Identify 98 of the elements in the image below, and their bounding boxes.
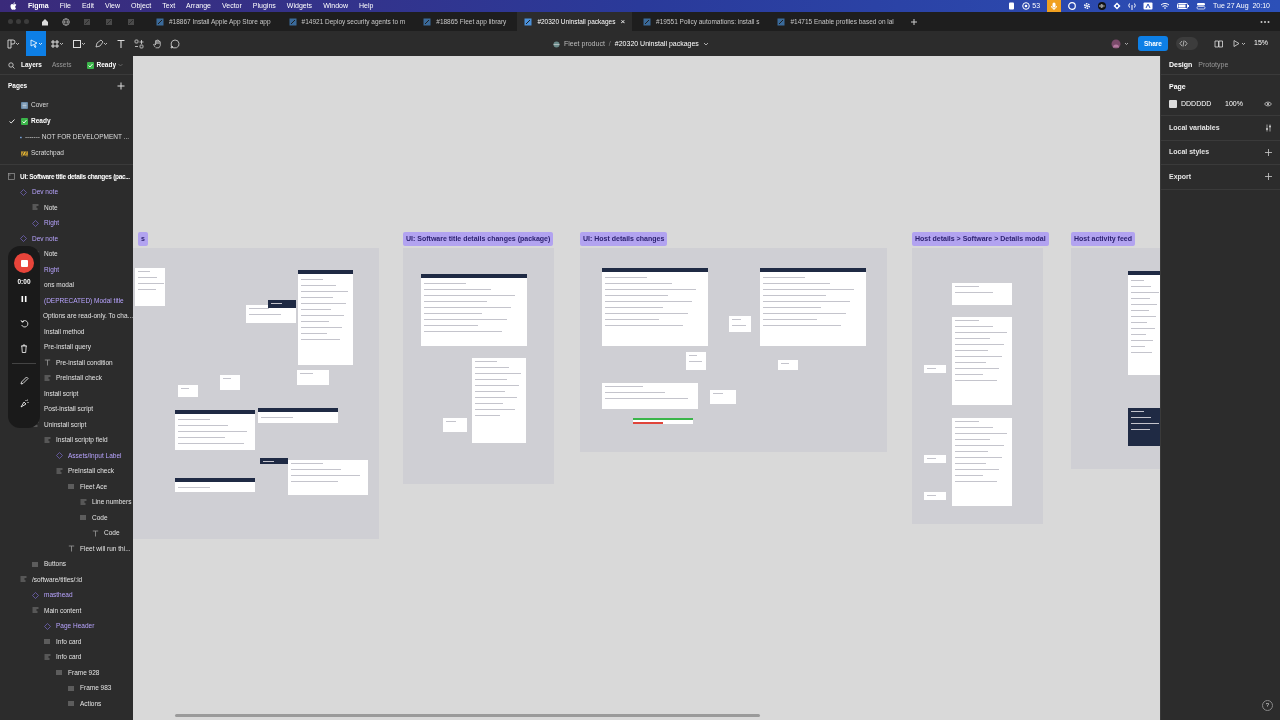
- text-layer-icon: [92, 529, 99, 537]
- component-icon: [20, 188, 27, 196]
- battery-icon[interactable]: [1177, 2, 1190, 10]
- horizontal-stack-icon: [56, 669, 63, 677]
- vertical-stack-icon: [56, 467, 63, 475]
- text-tool-icon[interactable]: [116, 38, 126, 49]
- keyboard-input-icon[interactable]: [1143, 2, 1154, 10]
- comment-tool-icon[interactable]: [170, 38, 180, 49]
- rectangle-tool-icon[interactable]: [72, 38, 86, 49]
- component-icon: [44, 622, 51, 630]
- apple-logo-icon[interactable]: [10, 2, 17, 10]
- dev-mode-toggle[interactable]: [1176, 37, 1198, 50]
- add-tab-icon[interactable]: [909, 17, 918, 26]
- horizontal-stack-icon: [32, 560, 39, 568]
- vertical-stack-icon: [32, 204, 39, 212]
- frame-thumbnail: [710, 390, 736, 404]
- waveform-icon[interactable]: [1098, 2, 1107, 10]
- horizontal-stack-icon: [68, 483, 75, 491]
- globe-icon[interactable]: [62, 17, 70, 26]
- vertical-stack-icon: [20, 576, 27, 584]
- restart-icon[interactable]: [19, 318, 29, 328]
- page-icon: [21, 101, 28, 109]
- wifi-icon[interactable]: [1160, 2, 1171, 10]
- control-center-icon[interactable]: [1196, 2, 1207, 10]
- code-icon: [1179, 40, 1188, 47]
- team-icon: [553, 40, 560, 48]
- text-layer-icon: [68, 545, 75, 553]
- resources-icon[interactable]: [134, 38, 144, 49]
- vertical-stack-icon: [80, 498, 87, 506]
- file-icon: [777, 17, 786, 26]
- close-tab-button[interactable]: ×: [620, 15, 626, 28]
- frame-thumbnail: [220, 375, 240, 390]
- pencil-icon[interactable]: [19, 375, 29, 385]
- antenna-icon[interactable]: [1128, 2, 1137, 10]
- vertical-stack-icon: [44, 374, 51, 382]
- trash-icon[interactable]: [20, 343, 28, 353]
- sliders-icon[interactable]: [1265, 123, 1272, 132]
- frame-thumbnail: [1128, 408, 1160, 446]
- file-icon: [423, 17, 432, 26]
- frame-thumbnail: [952, 283, 1012, 305]
- horizontal-stack-icon: [44, 638, 51, 646]
- color-swatch[interactable]: [1169, 99, 1177, 108]
- horizontal-stack-icon: [80, 514, 87, 522]
- pen-tool-icon[interactable]: [94, 38, 108, 49]
- file-icon: [288, 17, 297, 26]
- pause-icon[interactable]: [20, 294, 28, 303]
- diamond-icon[interactable]: [1113, 2, 1122, 10]
- microphone-button[interactable]: [1047, 0, 1062, 12]
- frame-thumbnail: [686, 352, 706, 370]
- frame-thumbnail: [178, 385, 198, 397]
- more-icon[interactable]: [1260, 19, 1270, 24]
- sparkle-icon[interactable]: [19, 398, 29, 408]
- frame-thumbnail: [729, 316, 751, 332]
- home-icon[interactable]: [41, 17, 49, 26]
- horizontal-stack-icon: [68, 684, 75, 692]
- text-layer-icon: [44, 359, 51, 367]
- file-icon: [524, 17, 533, 26]
- checkbox-icon: [21, 117, 28, 125]
- chat-icon[interactable]: [1068, 2, 1077, 10]
- stop-recording-button[interactable]: [14, 253, 34, 273]
- vertical-stack-icon: [32, 607, 39, 615]
- frame-tool-icon[interactable]: [50, 38, 64, 49]
- frame-thumbnail: [924, 365, 946, 373]
- frame-thumbnail: [633, 418, 693, 424]
- record-icon[interactable]: [1022, 2, 1031, 10]
- pointer-icon: [29, 38, 43, 49]
- frame-thumbnail: [924, 455, 946, 463]
- search-icon[interactable]: [8, 61, 15, 69]
- avatar-icon[interactable]: [1109, 38, 1130, 49]
- gear-icon[interactable]: [1083, 2, 1092, 10]
- microphone-icon: [1051, 2, 1058, 10]
- component-icon: [56, 452, 63, 460]
- frame-thumbnail: [778, 360, 798, 370]
- frame-thumbnail: [297, 370, 329, 385]
- frame-thumbnail: [924, 492, 946, 500]
- hand-tool-icon[interactable]: [152, 38, 162, 49]
- file-icon: [643, 17, 652, 26]
- checkbox-icon: [87, 61, 95, 69]
- frame-icon: [8, 173, 15, 181]
- vertical-stack-icon: [44, 653, 51, 661]
- barrier-icon: [21, 149, 28, 157]
- horizontal-stack-icon: [68, 700, 75, 708]
- document-icon[interactable]: [1008, 2, 1016, 10]
- file-icon: [156, 17, 164, 26]
- component-icon: [32, 591, 39, 599]
- frame-thumbnail: [443, 418, 467, 432]
- checkmark-icon: [9, 118, 15, 124]
- scrollbar[interactable]: [175, 714, 760, 717]
- vertical-stack-icon: [44, 436, 51, 444]
- library-icon[interactable]: [1214, 39, 1224, 48]
- present-icon[interactable]: [1232, 39, 1246, 48]
- frame-thumbnail: [135, 268, 165, 306]
- add-icon[interactable]: [1265, 173, 1272, 181]
- chevron-down-icon[interactable]: [702, 42, 709, 47]
- main-menu-icon[interactable]: [6, 38, 20, 49]
- eye-icon[interactable]: [1264, 100, 1272, 107]
- add-icon[interactable]: [1265, 148, 1272, 156]
- add-page-icon[interactable]: [117, 82, 125, 90]
